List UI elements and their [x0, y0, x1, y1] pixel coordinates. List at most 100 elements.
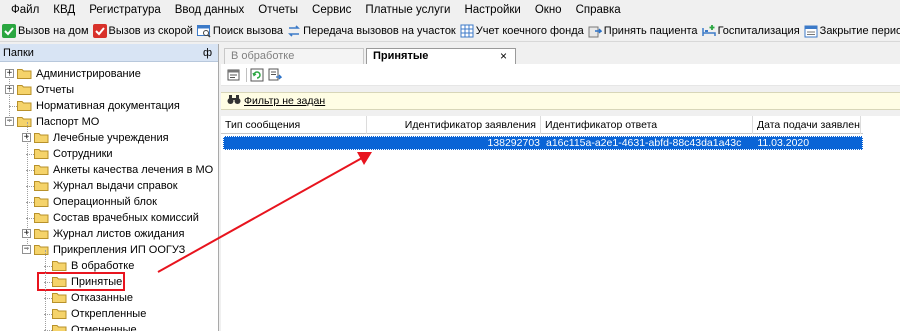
- menu-paid-services[interactable]: Платные услуги: [358, 0, 457, 20]
- accept-patient-icon: [588, 24, 602, 38]
- folder-icon: [52, 292, 67, 303]
- folder-icon: [17, 68, 32, 79]
- menu-settings[interactable]: Настройки: [457, 0, 527, 20]
- folder-icon: [34, 148, 49, 159]
- menu-reports[interactable]: Отчеты: [251, 0, 305, 20]
- folder-icon: [17, 100, 32, 111]
- menu-registry[interactable]: Регистратура: [82, 0, 168, 20]
- refresh-icon[interactable]: [250, 68, 264, 82]
- menu-help[interactable]: Справка: [569, 0, 628, 20]
- menu-service[interactable]: Сервис: [305, 0, 358, 20]
- ambulance-icon: [92, 23, 107, 38]
- tree-item-label: Анкеты качества лечения в МО: [53, 164, 214, 176]
- cell-application-id: 138292703: [487, 137, 540, 149]
- tree-item-label: Прикрепления ИП ООГУЗ: [53, 244, 186, 256]
- grid-icon: [460, 24, 474, 38]
- tree-item-label: Администрирование: [36, 68, 141, 80]
- bed-fund-label: Учет коечного фонда: [475, 24, 584, 37]
- tree-item[interactable]: Анкеты качества лечения в МО: [0, 162, 218, 178]
- filter-link[interactable]: Фильтр не задан: [244, 95, 325, 107]
- folders-panel-header: Папки ф: [0, 44, 218, 62]
- tab-in-processing-label: В обработке: [231, 50, 295, 62]
- table-row[interactable]: 138292703 a16c115a-a2e1-4631-abfd-88c43d…: [223, 136, 863, 150]
- tree-item[interactable]: Сотрудники: [0, 146, 218, 162]
- pin-icon[interactable]: ф: [203, 47, 212, 59]
- tree-item[interactable]: + Лечебные учреждения: [0, 130, 218, 146]
- home-call-button[interactable]: Вызов на дом: [1, 21, 92, 41]
- hospital-bed-icon: [701, 24, 716, 38]
- search-call-button[interactable]: Поиск вызова: [196, 21, 286, 41]
- tree-item-label: Нормативная документация: [36, 100, 180, 112]
- cell-submit-date: 11.03.2020: [757, 137, 810, 149]
- folder-open-icon: [17, 116, 32, 127]
- tree-item-label: Лечебные учреждения: [53, 132, 169, 144]
- tab-in-processing[interactable]: В обработке: [224, 48, 364, 64]
- column-header-answer-id[interactable]: Идентификатор ответа: [541, 116, 753, 134]
- search-window-icon: [196, 24, 211, 38]
- tree-item[interactable]: Принятые: [0, 272, 218, 291]
- export-icon[interactable]: [268, 68, 282, 82]
- tree-item[interactable]: Операционный блок: [0, 194, 218, 210]
- house-check-icon: [2, 23, 16, 38]
- tree-item-label: Паспорт МО: [36, 116, 100, 128]
- close-tab-icon[interactable]: ×: [500, 49, 507, 64]
- selected-item-highlight: [37, 272, 125, 291]
- folder-icon: [34, 180, 49, 191]
- tree-item-label: Открепленные: [71, 308, 147, 320]
- tree-item-label: Операционный блок: [53, 196, 157, 208]
- tab-strip: В обработке Принятые ×: [221, 46, 900, 65]
- ambulance-call-button[interactable]: Вызов из скорой: [92, 21, 196, 41]
- tree-item-label: Отчеты: [36, 84, 75, 96]
- tree-item-label: Журнал листов ожидания: [53, 228, 185, 240]
- toolbar-divider: [246, 67, 247, 82]
- tree-item[interactable]: + Журнал листов ожидания: [0, 226, 218, 242]
- tree-item[interactable]: − Прикрепления ИП ООГУЗ: [0, 242, 218, 258]
- menu-window[interactable]: Окно: [528, 0, 569, 20]
- folder-open-icon: [34, 244, 49, 255]
- hospitalization-button[interactable]: Госпитализация: [701, 21, 803, 41]
- tree-connector: [45, 250, 46, 330]
- tree-item[interactable]: Отмененные: [0, 322, 218, 331]
- tree-item[interactable]: − Паспорт МО: [0, 114, 218, 130]
- transfer-calls-button[interactable]: Передача вызовов на участок: [286, 21, 459, 41]
- column-header-submit-date[interactable]: Дата подачи заявления: [753, 116, 861, 134]
- tab-accepted-label: Принятые: [373, 50, 429, 62]
- folder-icon: [52, 324, 67, 331]
- menu-data-entry[interactable]: Ввод данных: [168, 0, 252, 20]
- accept-patient-button[interactable]: Принять пациента: [587, 21, 701, 41]
- folders-panel: Папки ф + Администрирование + Отчеты Нормати…: [0, 44, 219, 331]
- folder-icon: [34, 228, 49, 239]
- accept-patient-label: Принять пациента: [603, 24, 698, 37]
- column-header-application-id[interactable]: Идентификатор заявления: [367, 116, 541, 134]
- tree-item-label: Отказанные: [71, 292, 133, 304]
- menu-file[interactable]: Файл: [4, 0, 46, 20]
- column-header-message-type[interactable]: Тип сообщения: [221, 116, 367, 134]
- properties-icon[interactable]: [227, 68, 241, 82]
- tree-item[interactable]: Открепленные: [0, 306, 218, 322]
- folder-icon: [34, 132, 49, 143]
- calendar-close-icon: [804, 24, 818, 38]
- grid-header: Тип сообщения Идентификатор заявления Ид…: [221, 116, 863, 134]
- tree-item[interactable]: Отказанные: [0, 290, 218, 306]
- folder-icon: [52, 260, 67, 271]
- tree-item-label: Журнал выдачи справок: [53, 180, 178, 192]
- menu-kvd[interactable]: КВД: [46, 0, 82, 20]
- close-period-button[interactable]: Закрытие периода: [803, 21, 900, 41]
- tree-item-label: Сотрудники: [53, 148, 113, 160]
- folder-icon: [17, 84, 32, 95]
- tree-connector: [27, 122, 28, 250]
- folder-icon: [52, 308, 67, 319]
- bed-fund-button[interactable]: Учет коечного фонда: [459, 21, 587, 41]
- tree-item[interactable]: Состав врачебных комиссий: [0, 210, 218, 226]
- tree-item[interactable]: + Отчеты: [0, 82, 218, 98]
- filter-bar: Фильтр не задан: [221, 92, 900, 110]
- ambulance-call-label: Вызов из скорой: [108, 24, 193, 37]
- tree-item[interactable]: Нормативная документация: [0, 98, 218, 114]
- tree-item[interactable]: + Администрирование: [0, 66, 218, 82]
- transfer-calls-label: Передача вызовов на участок: [303, 24, 456, 37]
- toolbar: Вызов на дом Вызов из скорой Поиск вызов…: [0, 20, 900, 42]
- grid-toolbar: [221, 64, 900, 86]
- tree-item[interactable]: Журнал выдачи справок: [0, 178, 218, 194]
- tab-accepted[interactable]: Принятые ×: [366, 48, 516, 65]
- folder-icon: [34, 196, 49, 207]
